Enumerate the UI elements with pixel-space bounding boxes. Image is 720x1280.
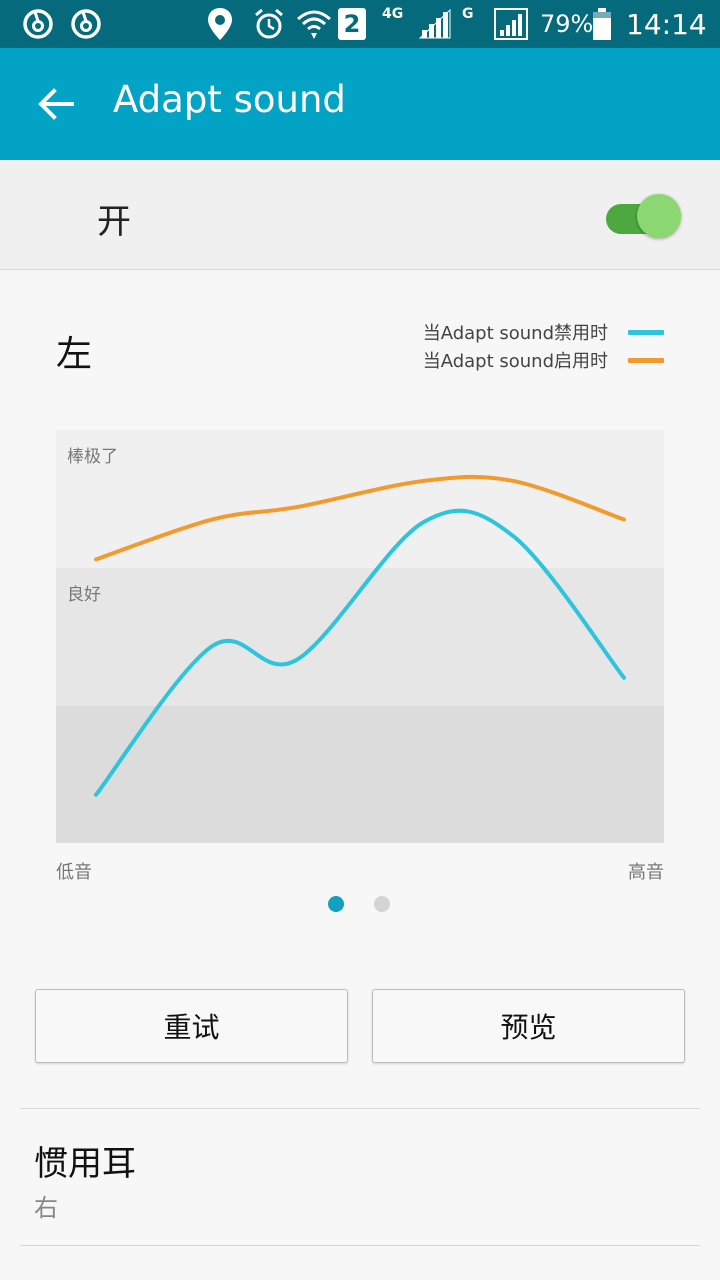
back-button[interactable] bbox=[28, 76, 84, 132]
ear-side-label: 左 bbox=[56, 334, 93, 375]
adapt-sound-switch[interactable] bbox=[600, 190, 686, 242]
page-indicator-2[interactable] bbox=[374, 896, 390, 912]
axis-label-treble: 高音 bbox=[628, 862, 664, 883]
legend-label-enabled: 当Adapt sound启用时 bbox=[422, 351, 608, 372]
sim-2-icon: 2 bbox=[338, 0, 366, 48]
wifi-icon bbox=[296, 0, 332, 48]
axis-label-bass: 低音 bbox=[56, 862, 92, 883]
legend-item: 当Adapt sound禁用时 bbox=[423, 318, 664, 346]
page-indicator-1[interactable] bbox=[328, 896, 344, 912]
preferred-ear-title: 惯用耳 bbox=[34, 1144, 136, 1184]
alarm-icon bbox=[252, 0, 286, 48]
toggle-label: 开 bbox=[97, 202, 131, 242]
series-line-enabled bbox=[94, 474, 626, 562]
network-type-2: G bbox=[462, 6, 474, 22]
legend-label-disabled: 当Adapt sound禁用时 bbox=[422, 323, 608, 344]
clock: 14:14 bbox=[626, 7, 707, 41]
preview-button[interactable]: 预览 bbox=[372, 989, 685, 1063]
signal-icon bbox=[418, 0, 452, 48]
signal-icon bbox=[494, 0, 528, 48]
divider bbox=[20, 1245, 700, 1246]
app-bar: Adapt sound bbox=[0, 48, 720, 160]
series-line-disabled bbox=[94, 508, 626, 797]
switch-thumb bbox=[637, 194, 681, 238]
legend-item: 当Adapt sound启用时 bbox=[423, 346, 664, 374]
legend-swatch-enabled bbox=[628, 357, 664, 363]
retry-button[interactable]: 重试 bbox=[35, 989, 348, 1063]
battery-percent: 79% bbox=[540, 10, 594, 38]
status-bar: 2 4G G 79% 14:14 bbox=[0, 0, 720, 48]
page-title: Adapt sound bbox=[113, 78, 346, 121]
legend-swatch-disabled bbox=[628, 329, 664, 335]
chart-legend: 当Adapt sound禁用时 当Adapt sound启用时 bbox=[423, 318, 664, 374]
preferred-ear-value: 右 bbox=[34, 1194, 58, 1222]
hearing-chart: 棒极了 良好 bbox=[56, 430, 664, 843]
chart-plot bbox=[94, 474, 626, 797]
location-icon bbox=[206, 0, 234, 48]
battery-icon bbox=[592, 0, 612, 48]
sim-slot: 2 bbox=[338, 8, 366, 40]
network-type: 4G bbox=[382, 6, 404, 22]
netease-music-icon bbox=[70, 0, 102, 48]
arrow-left-icon bbox=[38, 88, 74, 120]
netease-music-icon bbox=[22, 0, 54, 48]
